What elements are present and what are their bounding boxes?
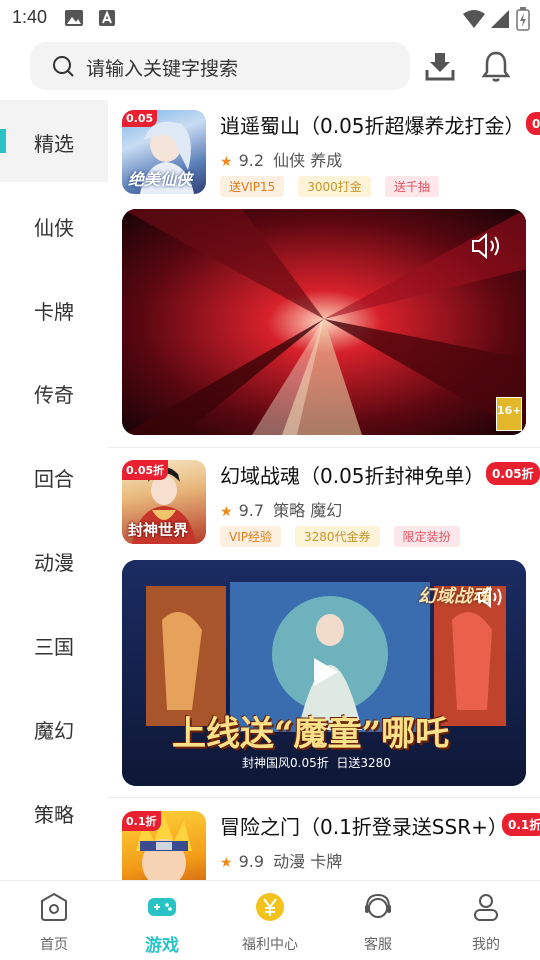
discount-badge: 0.1折: [502, 813, 540, 836]
search-icon: [53, 56, 74, 77]
app-notification-icon: [99, 10, 115, 26]
divider: [108, 447, 540, 448]
game-meta: ★ 9.7 策略 魔幻: [220, 497, 342, 521]
tag: VIP经验: [220, 526, 281, 547]
banner-headline: 上线送“魔童”哪吒: [172, 714, 450, 754]
tag: 3280代金券: [295, 526, 380, 547]
sidebar-item-label: 精选: [34, 132, 74, 156]
game-title[interactable]: 冒险之门（0.1折登录送SSR+）: [220, 811, 508, 840]
nav-label: 福利中心: [242, 937, 298, 953]
game-icon[interactable]: 0.05折 封神世界: [122, 460, 206, 544]
game-icon[interactable]: 0.05 绝美仙侠: [122, 110, 206, 194]
sidebar-item-xianxia[interactable]: 仙侠: [0, 184, 108, 266]
active-indicator: [0, 129, 6, 153]
icon-discount-badge: 0.05折: [122, 460, 169, 480]
sidebar-item-featured[interactable]: 精选: [0, 100, 108, 182]
status-time: 1:40: [12, 7, 48, 27]
game-icon-caption: 绝美仙侠: [128, 170, 193, 189]
tag: 送VIP15: [220, 176, 285, 197]
headset-icon: [365, 893, 391, 918]
star-icon: ★: [220, 504, 233, 520]
profile-icon: [474, 894, 498, 921]
sidebar-item-label: 魔幻: [34, 719, 74, 743]
star-icon: ★: [220, 154, 233, 170]
icon-discount-badge: 0.1折: [122, 811, 161, 831]
discount-badge: 0.05折: [486, 462, 540, 485]
status-bar: 1:40: [0, 0, 540, 36]
sidebar-item-label: 三国: [34, 635, 74, 659]
game-meta: ★ 9.9 动漫 卡牌: [220, 848, 342, 872]
icon-discount-badge: 0.05: [122, 110, 158, 127]
nav-home[interactable]: 首页: [0, 881, 108, 960]
gamepad-icon: [148, 898, 176, 916]
wifi-icon: [463, 10, 485, 28]
game-rating: 9.2: [238, 151, 265, 170]
game-rating: 9.7: [238, 501, 265, 520]
sidebar-item-legend[interactable]: 传奇: [0, 351, 108, 433]
nav-games[interactable]: 游戏: [108, 881, 216, 960]
category-sidebar: 精选 仙侠 卡牌 传奇 回合 动漫 三国 魔幻 策略: [0, 100, 108, 880]
bottom-nav: 首页 游戏 福利中心 客服 我的: [0, 880, 540, 960]
nav-label: 首页: [40, 937, 68, 953]
video-banner[interactable]: 16+: [122, 209, 526, 435]
notification-bell-icon[interactable]: [478, 48, 514, 84]
sidebar-item-anime[interactable]: 动漫: [0, 519, 108, 601]
video-banner[interactable]: 幻域战魂 上线送“魔童”哪吒 封神国风0.05折 日送3280: [122, 560, 526, 786]
divider: [108, 797, 540, 798]
sidebar-item-label: 卡牌: [34, 300, 74, 324]
banner-subline: 封神国风0.05折 日送3280: [242, 756, 391, 770]
star-icon: ★: [220, 855, 233, 871]
game-icon-caption: 封神世界: [128, 521, 189, 539]
game-rating: 9.9: [238, 852, 265, 871]
sidebar-item-label: 仙侠: [34, 216, 74, 240]
game-tags: VIP经验 3280代金券 限定装扮: [220, 526, 474, 547]
volume-icon[interactable]: [476, 584, 506, 610]
sidebar-item-label: 传奇: [34, 383, 74, 407]
game-title[interactable]: 逍遥蜀山（0.05折超爆养龙打金）: [220, 110, 525, 139]
sidebar-item-label: 动漫: [34, 551, 74, 575]
battery-charging-icon: [516, 7, 530, 31]
nav-profile[interactable]: 我的: [432, 881, 540, 960]
tag: 送千抽: [384, 176, 439, 197]
tag: 3000打金: [298, 176, 371, 197]
tag: 限定装扮: [393, 526, 460, 547]
sidebar-item-three-kingdoms[interactable]: 三国: [0, 603, 108, 685]
search-placeholder: 请输入关键字搜索: [86, 58, 239, 80]
nav-label: 客服: [364, 937, 392, 953]
game-icon[interactable]: 0.1折: [122, 811, 206, 880]
game-meta: ★ 9.2 仙侠 养成: [220, 147, 342, 171]
image-notification-icon: [65, 10, 83, 26]
game-card[interactable]: 0.05 绝美仙侠 逍遥蜀山（0.05折超爆养龙打金） 0.05折 ★ 9.2 仙…: [108, 100, 540, 448]
play-icon[interactable]: [306, 654, 342, 690]
age-rating-badge: 16+: [496, 397, 522, 431]
sidebar-item-turn-based[interactable]: 回合: [0, 435, 108, 517]
nav-customer-service[interactable]: 客服: [324, 881, 432, 960]
nav-label: 我的: [472, 937, 500, 953]
sidebar-item-label: 策略: [34, 803, 74, 827]
nav-welfare-center[interactable]: 福利中心: [216, 881, 324, 960]
game-genres: 仙侠 养成: [273, 151, 343, 170]
game-card[interactable]: 0.05折 封神世界 幻域战魂（0.05折封神免单） 0.05折 ★ 9.7 策略…: [108, 450, 540, 798]
nav-label: 游戏: [145, 936, 179, 956]
sidebar-item-strategy[interactable]: 策略: [0, 771, 108, 853]
home-icon: [41, 892, 67, 921]
sidebar-item-card[interactable]: 卡牌: [0, 268, 108, 350]
sidebar-item-label: 回合: [34, 467, 74, 491]
game-card[interactable]: 0.1折 冒险之门（0.1折登录送SSR+） 0.1折 ★ 9.9 动漫 卡牌: [108, 801, 540, 880]
search-bar[interactable]: 请输入关键字搜索: [30, 42, 410, 90]
game-list: 0.05 绝美仙侠 逍遥蜀山（0.05折超爆养龙打金） 0.05折 ★ 9.2 仙…: [108, 100, 540, 880]
signal-icon: [491, 10, 509, 28]
game-tags: 送VIP15 3000打金 送千抽: [220, 176, 453, 197]
game-title[interactable]: 幻域战魂（0.05折封神免单）: [220, 460, 485, 489]
discount-badge: 0.05折: [526, 112, 540, 135]
yen-coin-icon: [256, 893, 284, 921]
sidebar-item-fantasy[interactable]: 魔幻: [0, 687, 108, 769]
game-genres: 动漫 卡牌: [273, 852, 343, 871]
download-icon[interactable]: [422, 48, 458, 84]
game-genres: 策略 魔幻: [273, 501, 343, 520]
volume-icon[interactable]: [470, 231, 504, 261]
banner-artwork: [122, 209, 526, 435]
